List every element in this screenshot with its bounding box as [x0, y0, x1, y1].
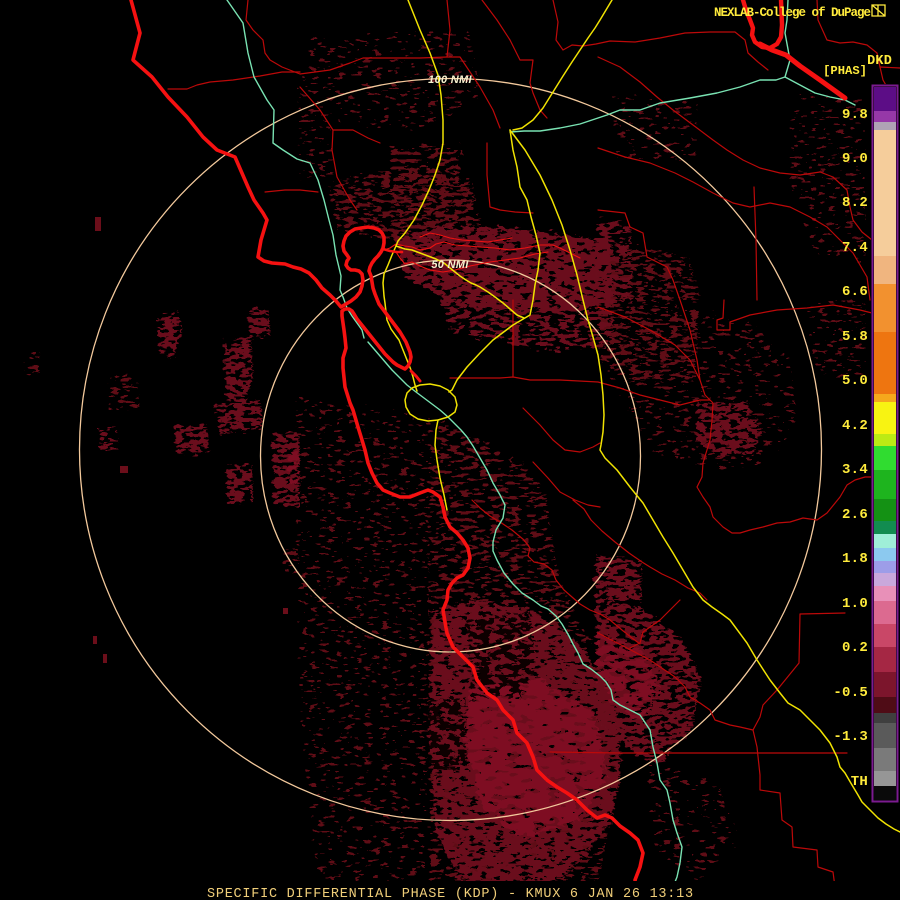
svg-text:5.0: 5.0: [842, 373, 868, 389]
svg-text:1.0: 1.0: [842, 596, 868, 612]
svg-text:3.4: 3.4: [842, 462, 868, 478]
svg-text:SPECIFIC DIFFERENTIAL PHASE (K: SPECIFIC DIFFERENTIAL PHASE (KDP) - KMUX…: [207, 887, 694, 900]
svg-text:2.6: 2.6: [842, 507, 868, 523]
svg-text:50 NMI: 50 NMI: [431, 259, 469, 271]
svg-text:8.2: 8.2: [842, 195, 868, 211]
svg-text:DKD: DKD: [867, 54, 892, 69]
svg-text:1.8: 1.8: [842, 551, 868, 567]
svg-text:[PHAS]: [PHAS]: [823, 64, 867, 78]
svg-text:TH: TH: [851, 774, 868, 790]
svg-text:0.2: 0.2: [842, 640, 868, 656]
svg-text:6.6: 6.6: [842, 284, 868, 300]
svg-text:9.8: 9.8: [842, 107, 868, 123]
svg-text:5.8: 5.8: [842, 329, 868, 345]
svg-text:4.2: 4.2: [842, 418, 868, 434]
svg-text:NEXLAB-College of DuPage: NEXLAB-College of DuPage: [714, 6, 871, 20]
svg-text:-1.3: -1.3: [833, 729, 868, 745]
svg-text:-0.5: -0.5: [833, 685, 868, 701]
svg-text:7.4: 7.4: [842, 240, 868, 256]
svg-text:100 NMI: 100 NMI: [428, 74, 472, 86]
svg-text:9.0: 9.0: [842, 151, 868, 167]
